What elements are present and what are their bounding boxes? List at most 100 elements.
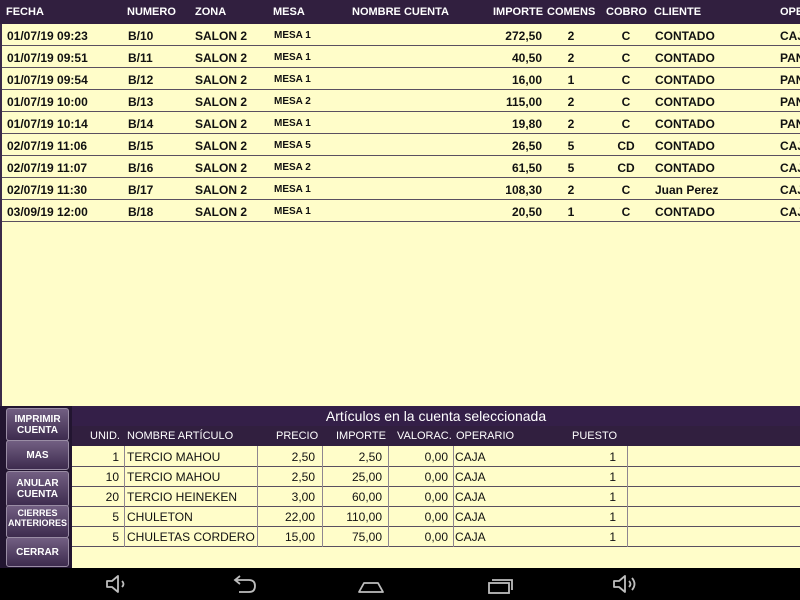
- cell-operario: PAN: [780, 95, 800, 109]
- recent-apps-icon[interactable]: [485, 572, 515, 596]
- cell-mesa: MESA 2: [274, 96, 311, 107]
- tickets-header-bar: FECHA NUMERO ZONA MESA NOMBRE CUENTA IMP…: [0, 0, 800, 24]
- cell-cobro: C: [621, 117, 631, 131]
- cell-importe: 108,30: [505, 183, 542, 197]
- table-row[interactable]: 01/07/19 10:00 B/13 SALON 2 MESA 2 115,00 2 C C…: [2, 90, 800, 112]
- header-importe: IMPORTE: [493, 6, 544, 18]
- cell-zona: SALON 2: [195, 205, 248, 219]
- previous-closings-button[interactable]: CIERRES ANTERIORES: [6, 505, 69, 538]
- list-item[interactable]: 10 TERCIO MAHOU 2,50 25,00 0,00 CAJA 1: [72, 466, 800, 487]
- table-row[interactable]: 01/07/19 09:54 B/12 SALON 2 MESA 1 16,00 1 C CO…: [2, 68, 800, 90]
- cell-comensales: 5: [567, 161, 575, 175]
- table-row[interactable]: 02/07/19 11:30 B/17 SALON 2 MESA 1 108,30 2 C J…: [2, 178, 800, 200]
- header-comens: COMENS: [547, 6, 596, 18]
- cell-unidades: 10: [105, 470, 119, 484]
- column-divider: [124, 526, 125, 547]
- cell-numero: B/11: [128, 51, 153, 65]
- cell-nombre-articulo: TERCIO HEINEKEN: [127, 490, 238, 504]
- print-account-button[interactable]: IMPRIMIR CUENTA: [6, 408, 69, 441]
- cell-comensales: 5: [567, 139, 575, 153]
- cell-importe: 19,80: [511, 117, 542, 131]
- cell-comensales: 2: [567, 117, 575, 131]
- cell-nombre-articulo: TERCIO MAHOU: [127, 470, 221, 484]
- column-divider: [453, 446, 454, 467]
- back-icon[interactable]: [229, 572, 259, 596]
- cell-operario: CAJ: [780, 139, 800, 153]
- more-button[interactable]: MAS: [6, 440, 69, 470]
- table-row[interactable]: 01/07/19 09:23 B/10 SALON 2 MESA 1 272,50 2 C C…: [2, 24, 800, 46]
- cell-importe: 2,50: [358, 450, 382, 464]
- cell-importe: 61,50: [511, 161, 542, 175]
- header-puesto: PUESTO: [572, 430, 618, 442]
- ticket-list[interactable]: 01/07/19 09:23 B/10 SALON 2 MESA 1 272,50 2 C C…: [0, 24, 800, 406]
- cancel-account-button[interactable]: ANULAR CUENTA: [6, 471, 69, 507]
- cell-cobro: CD: [617, 161, 635, 175]
- cell-cobro: C: [621, 183, 631, 197]
- cell-zona: SALON 2: [195, 95, 248, 109]
- cell-numero: B/16: [128, 161, 154, 175]
- cell-mesa: MESA 1: [274, 184, 311, 195]
- cell-fecha: 02/07/19 11:07: [7, 161, 88, 175]
- cell-fecha: 01/07/19 09:54: [7, 73, 88, 87]
- cell-zona: SALON 2: [195, 51, 248, 65]
- detail-title: Artículos en la cuenta seleccionada: [72, 406, 800, 426]
- cell-puesto: 1: [609, 490, 616, 504]
- cell-fecha: 01/07/19 10:14: [7, 117, 88, 131]
- cell-fecha: 03/09/19 12:00: [7, 205, 88, 219]
- cell-valoracion: 0,00: [424, 490, 448, 504]
- cell-precio: 22,00: [284, 510, 315, 524]
- action-panel: IMPRIMIR CUENTA MAS ANULAR CUENTA CIERRE…: [0, 406, 72, 568]
- cell-puesto: 1: [609, 450, 616, 464]
- header-unidades: UNID.: [90, 430, 120, 442]
- list-item[interactable]: 20 TERCIO HEINEKEN 3,00 60,00 0,00 CAJA 1: [72, 486, 800, 507]
- cell-fecha: 01/07/19 09:23: [7, 29, 88, 43]
- home-icon[interactable]: [356, 572, 386, 596]
- cell-cliente: CONTADO: [655, 117, 715, 131]
- header-cliente: CLIENTE: [654, 6, 702, 18]
- table-row[interactable]: 03/09/19 12:00 B/18 SALON 2 MESA 1 20,50 1 C CO…: [2, 200, 800, 222]
- cell-cliente: CONTADO: [655, 29, 715, 43]
- header-nombre-cuenta: NOMBRE CUENTA: [352, 6, 449, 18]
- volume-up-icon[interactable]: [611, 572, 641, 596]
- header-fecha: FECHA: [6, 6, 44, 18]
- cell-cliente: CONTADO: [655, 205, 715, 219]
- cell-importe: 60,00: [351, 490, 382, 504]
- cell-precio: 2,50: [291, 450, 315, 464]
- header-precio: PRECIO: [276, 430, 319, 442]
- table-row[interactable]: 02/07/19 11:07 B/16 SALON 2 MESA 2 61,50 5 CD C…: [2, 156, 800, 178]
- column-divider: [627, 526, 628, 547]
- table-row[interactable]: 01/07/19 10:14 B/14 SALON 2 MESA 1 19,80 2 C CO…: [2, 112, 800, 134]
- article-list[interactable]: 1 TERCIO MAHOU 2,50 2,50 0,00 CAJA 1 10 TERCIO M…: [72, 446, 800, 568]
- cell-operario: CAJA: [455, 450, 486, 464]
- cell-zona: SALON 2: [195, 139, 248, 153]
- cell-mesa: MESA 1: [274, 74, 311, 85]
- cell-importe: 40,50: [511, 51, 542, 65]
- cell-operario: CAJ: [780, 161, 800, 175]
- cell-mesa: MESA 1: [274, 52, 311, 63]
- cell-zona: SALON 2: [195, 29, 248, 43]
- cell-cobro: C: [621, 95, 631, 109]
- cell-zona: SALON 2: [195, 117, 248, 131]
- volume-down-icon[interactable]: [104, 572, 130, 596]
- list-item[interactable]: 5 CHULETAS CORDERO 15,00 75,00 0,00 CAJA 1: [72, 526, 800, 547]
- cell-precio: 2,50: [291, 470, 315, 484]
- cell-puesto: 1: [609, 510, 616, 524]
- table-row[interactable]: 02/07/19 11:06 B/15 SALON 2 MESA 5 26,50 5 CD C…: [2, 134, 800, 156]
- header-cobro: COBRO: [606, 6, 647, 18]
- cell-cliente: CONTADO: [655, 73, 715, 87]
- close-button[interactable]: CERRAR: [6, 537, 69, 567]
- cell-fecha: 01/07/19 10:00: [7, 95, 88, 109]
- cell-mesa: MESA 2: [274, 162, 311, 173]
- cell-mesa: MESA 1: [274, 30, 311, 41]
- table-row[interactable]: 01/07/19 09:51 B/11 SALON 2 MESA 1 40,50 2 C CO…: [2, 46, 800, 68]
- cell-puesto: 1: [609, 470, 616, 484]
- cell-importe: 115,00: [505, 95, 542, 109]
- column-divider: [453, 466, 454, 487]
- column-divider: [453, 506, 454, 527]
- header-nombre-articulo: NOMBRE ARTÍCULO: [127, 430, 234, 442]
- list-item[interactable]: 5 CHULETON 22,00 110,00 0,00 CAJA 1: [72, 506, 800, 527]
- cell-comensales: 2: [567, 95, 575, 109]
- cell-fecha: 02/07/19 11:30: [7, 183, 88, 197]
- list-item[interactable]: 1 TERCIO MAHOU 2,50 2,50 0,00 CAJA 1: [72, 446, 800, 467]
- cell-nombre-articulo: CHULETAS CORDERO: [127, 530, 255, 544]
